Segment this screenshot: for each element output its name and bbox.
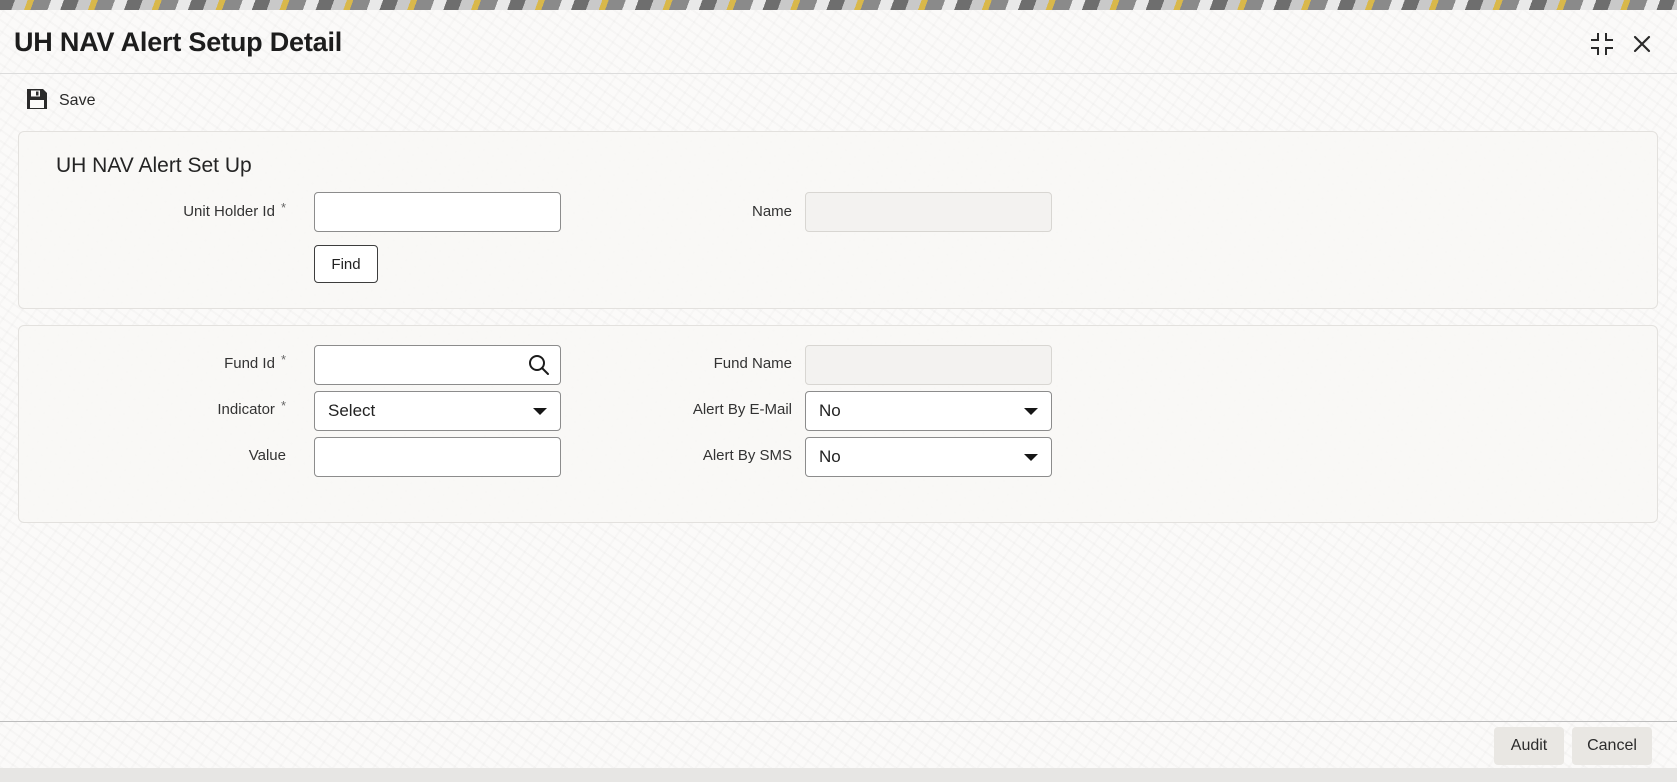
required-marker: * (280, 398, 286, 413)
fund-id-input[interactable] (314, 345, 561, 385)
search-icon[interactable] (528, 354, 550, 381)
alert-sms-selected-value: No (819, 447, 841, 466)
fund-alert-panel: Fund Id * Fund Name Indicator * Select Ale… (18, 325, 1658, 523)
title-divider (0, 73, 1677, 74)
dialog-window: UH NAV Alert Setup Detail Save UH NAV Al… (0, 10, 1677, 768)
section-title: UH NAV Alert Set Up (56, 154, 252, 177)
maximize-icon[interactable] (1588, 30, 1616, 58)
indicator-label-text: Indicator (217, 401, 275, 418)
required-marker: * (280, 352, 286, 367)
unit-holder-panel: UH NAV Alert Set Up Unit Holder Id * Name… (18, 131, 1658, 309)
cancel-button[interactable]: Cancel (1572, 727, 1652, 765)
alert-sms-label: Alert By SMS (702, 447, 792, 464)
name-label: Name (751, 203, 792, 220)
footer-divider (0, 721, 1677, 722)
indicator-select[interactable]: Select (314, 391, 561, 431)
alert-email-selected-value: No (819, 401, 841, 420)
fund-id-label-text: Fund Id (224, 355, 275, 372)
save-label: Save (59, 92, 96, 109)
name-field (805, 192, 1052, 232)
indicator-label: Indicator * (86, 398, 286, 418)
close-icon[interactable] (1628, 30, 1656, 58)
fund-name-field (805, 345, 1052, 385)
bottom-scrollbar-track (0, 768, 1677, 782)
background-banner (0, 0, 1677, 10)
unit-holder-id-label: Unit Holder Id * (86, 200, 286, 220)
required-marker: * (280, 200, 286, 215)
audit-button[interactable]: Audit (1494, 727, 1564, 765)
indicator-selected-value: Select (328, 401, 376, 420)
chevron-down-icon (1024, 454, 1038, 461)
alert-email-select[interactable]: No (805, 391, 1052, 431)
value-label: Value (248, 447, 286, 464)
unit-holder-id-label-text: Unit Holder Id (183, 203, 275, 220)
floppy-disk-icon (26, 88, 48, 115)
chevron-down-icon (1024, 408, 1038, 415)
find-button[interactable]: Find (314, 245, 378, 283)
chevron-down-icon (533, 408, 547, 415)
page-title: UH NAV Alert Setup Detail (14, 27, 343, 57)
alert-email-label: Alert By E-Mail (692, 401, 792, 418)
fund-id-label: Fund Id * (86, 352, 286, 372)
alert-sms-select[interactable]: No (805, 437, 1052, 477)
value-input[interactable] (314, 437, 561, 477)
save-button[interactable]: Save (26, 88, 95, 114)
fund-name-label: Fund Name (713, 355, 792, 372)
unit-holder-id-input[interactable] (314, 192, 561, 232)
